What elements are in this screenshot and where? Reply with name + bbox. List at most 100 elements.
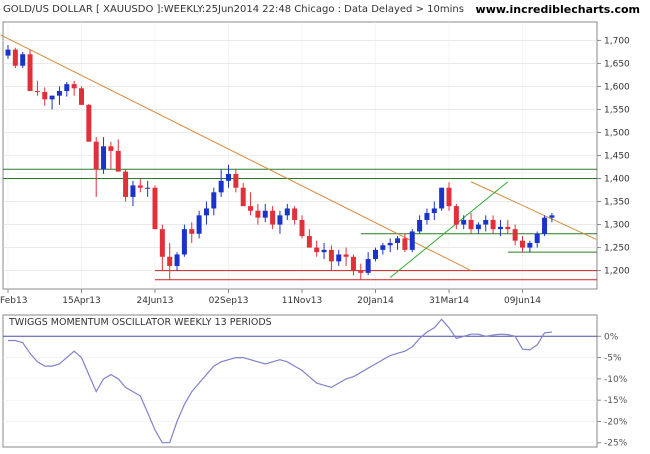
candle-body xyxy=(292,208,298,220)
candle-body xyxy=(86,104,92,142)
candle-body xyxy=(56,91,62,96)
candle-body xyxy=(520,240,525,248)
price-tick-label: 1,600 xyxy=(604,82,630,92)
time-tick-label: 11Nov13 xyxy=(282,296,322,306)
oscillator-tick-label: -10% xyxy=(604,375,628,385)
candle-body xyxy=(424,213,430,220)
oscillator-tick-label: -15% xyxy=(604,396,628,406)
candle-body xyxy=(159,229,165,257)
candle-body xyxy=(137,185,143,188)
candle-body xyxy=(490,219,496,230)
candle-body xyxy=(5,49,11,56)
candle-body xyxy=(34,91,40,93)
candle-body xyxy=(527,242,533,248)
candle-body xyxy=(512,229,518,241)
price-tick-label: 1,550 xyxy=(604,105,630,115)
price-tick-label: 1,650 xyxy=(604,59,630,69)
candle-body xyxy=(93,141,99,170)
oscillator-title: TWIGGS MOMENTUM OSCILLATOR WEEKLY 13 PER… xyxy=(8,317,272,328)
price-tick-label: 1,250 xyxy=(604,244,630,254)
time-tick-label: 15Apr13 xyxy=(62,296,100,306)
candle-body xyxy=(181,229,187,255)
candle-body xyxy=(174,254,180,266)
price-tick-label: 1,300 xyxy=(604,221,630,231)
candle-body xyxy=(12,49,18,66)
candle-body xyxy=(284,208,290,216)
candle-body xyxy=(130,185,136,197)
candle-body xyxy=(123,171,129,197)
candle-body xyxy=(446,187,452,207)
time-tick-label: 09Jun14 xyxy=(504,296,541,306)
oscillator-tick-label: 0% xyxy=(604,332,619,342)
candle-body xyxy=(439,187,445,209)
candle-body xyxy=(49,95,55,100)
chart-root: GOLD/US DOLLAR [ XAUUSDO ]:WEEKLY:25Jun2… xyxy=(0,0,650,450)
candle-body xyxy=(270,210,276,225)
candle-body xyxy=(387,242,393,246)
price-tick-label: 1,450 xyxy=(604,152,630,162)
candle-body xyxy=(115,150,121,172)
chart-header-title: GOLD/US DOLLAR [ XAUUSDO ]:WEEKLY:25Jun2… xyxy=(3,4,464,15)
candle-body xyxy=(328,249,334,262)
candle-body xyxy=(497,226,503,230)
candle-body xyxy=(373,249,378,260)
price-tick-label: 1,500 xyxy=(604,128,630,138)
candle-body xyxy=(248,206,254,211)
candle-body xyxy=(20,54,26,66)
candle-body xyxy=(299,219,305,237)
price-tick-label: 1,200 xyxy=(604,267,630,277)
candle-body xyxy=(233,173,239,188)
candle-body xyxy=(27,54,33,92)
price-tick-label: 1,350 xyxy=(604,198,630,208)
candle-body xyxy=(306,236,312,248)
candle-body xyxy=(226,173,231,181)
candle-body xyxy=(358,270,364,273)
candle-body xyxy=(218,180,224,193)
brand-link[interactable]: www.incrediblecharts.com xyxy=(476,3,640,16)
candle-body xyxy=(417,219,423,232)
oscillator-tick-label: -5% xyxy=(604,354,622,364)
time-tick-label: 24Jun13 xyxy=(137,296,174,306)
candle-body xyxy=(101,146,107,170)
candle-body xyxy=(402,238,408,250)
candle-body xyxy=(64,84,70,92)
candle-body xyxy=(71,84,77,89)
candle-body xyxy=(549,215,555,218)
candle-body xyxy=(314,247,320,253)
oscillator-tick-label: -25% xyxy=(604,439,628,449)
candle-body xyxy=(321,249,327,253)
candle-body xyxy=(189,229,195,234)
price-tick-label: 1,400 xyxy=(604,175,630,185)
candle-body xyxy=(196,215,202,234)
candle-body xyxy=(262,210,268,218)
time-tick-label: 02Sep13 xyxy=(209,296,249,306)
candle-body xyxy=(431,208,437,214)
oscillator-tick-label: -20% xyxy=(604,417,628,427)
candle-body xyxy=(255,210,261,218)
candle-body xyxy=(145,187,151,189)
candle-body xyxy=(468,219,474,230)
candle-body xyxy=(483,219,489,225)
candle-body xyxy=(108,146,114,151)
candle-body xyxy=(461,219,467,225)
candle-body xyxy=(534,233,540,243)
candle-body xyxy=(277,215,283,225)
candle-body xyxy=(505,226,511,230)
candle-body xyxy=(240,187,246,207)
candle-body xyxy=(475,224,481,230)
candle-body xyxy=(453,206,459,225)
candle-body xyxy=(203,208,209,216)
time-tick-label: 31Mar14 xyxy=(429,296,469,306)
time-tick-label: 20Jan14 xyxy=(357,296,394,306)
chart-svg: GOLD/US DOLLAR [ XAUUSDO ]:WEEKLY:25Jun2… xyxy=(0,0,650,450)
price-tick-label: 1,700 xyxy=(604,36,630,46)
candle-body xyxy=(152,187,158,230)
time-tick-label: 04Feb13 xyxy=(0,296,27,306)
candle-body xyxy=(336,254,342,262)
candle-body xyxy=(542,217,548,234)
candle-body xyxy=(42,91,48,100)
candle-body xyxy=(365,259,371,273)
candle-body xyxy=(395,238,401,243)
candle-body xyxy=(211,192,217,209)
candle-body xyxy=(380,245,386,250)
